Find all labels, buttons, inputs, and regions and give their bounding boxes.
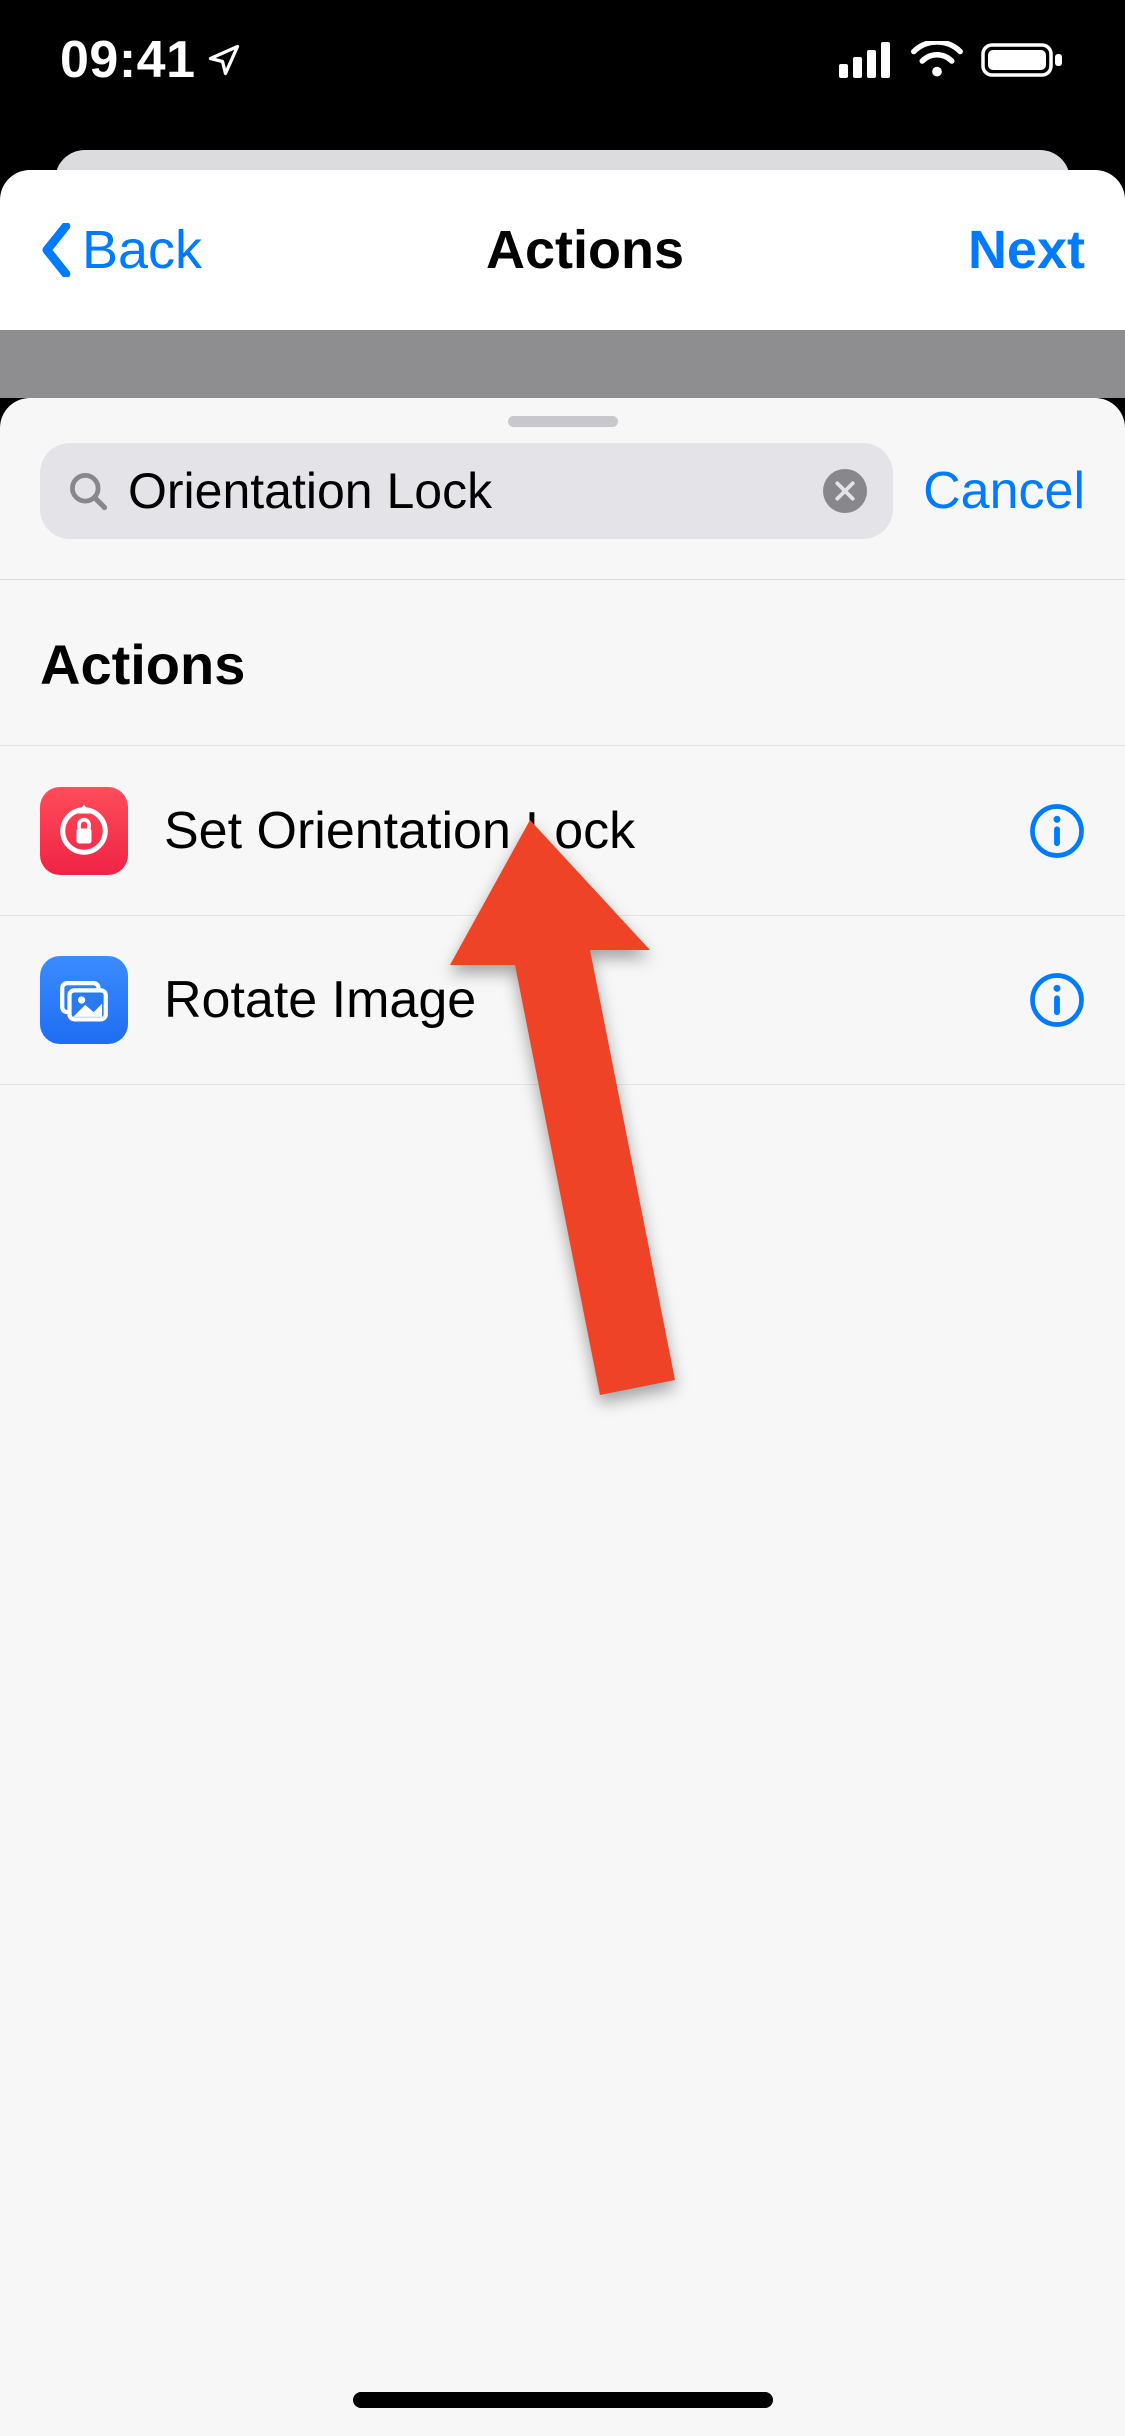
chevron-left-icon — [40, 223, 76, 277]
image-icon — [40, 956, 128, 1044]
info-button[interactable] — [1029, 972, 1085, 1028]
clock-text: 09:41 — [60, 30, 196, 90]
back-button[interactable]: Back — [40, 219, 202, 281]
orientation-lock-icon — [40, 787, 128, 875]
battery-icon — [981, 41, 1065, 79]
status-bar: 09:41 — [0, 0, 1125, 140]
info-button[interactable] — [1029, 803, 1085, 859]
clear-search-button[interactable] — [823, 469, 867, 513]
result-label: Set Orientation Lock — [164, 801, 993, 861]
nav-title: Actions — [486, 219, 684, 281]
results-header: Actions — [0, 580, 1125, 745]
search-overlay-sheet: Orientation Lock Cancel Actions Set Or — [0, 398, 1125, 2436]
navigation-bar: Back Actions Next — [0, 170, 1125, 330]
sheet-gap — [0, 330, 1125, 398]
location-icon — [206, 42, 242, 78]
result-label: Rotate Image — [164, 970, 993, 1030]
status-icons-right — [839, 41, 1065, 79]
search-field[interactable]: Orientation Lock — [40, 443, 893, 539]
result-rotate-image[interactable]: Rotate Image — [0, 915, 1125, 1085]
home-indicator[interactable] — [353, 2392, 773, 2408]
search-icon — [66, 469, 110, 513]
status-time: 09:41 — [60, 30, 242, 90]
next-button[interactable]: Next — [968, 219, 1085, 281]
search-input[interactable]: Orientation Lock — [128, 462, 805, 520]
result-set-orientation-lock[interactable]: Set Orientation Lock — [0, 745, 1125, 915]
back-label: Back — [82, 219, 202, 281]
x-icon — [834, 480, 856, 502]
results-section: Actions Set Orientation Lock — [0, 579, 1125, 1085]
sheet-grabber[interactable] — [508, 416, 618, 427]
cancel-button[interactable]: Cancel — [923, 461, 1085, 521]
cellular-icon — [839, 42, 893, 78]
wifi-icon — [911, 41, 963, 79]
